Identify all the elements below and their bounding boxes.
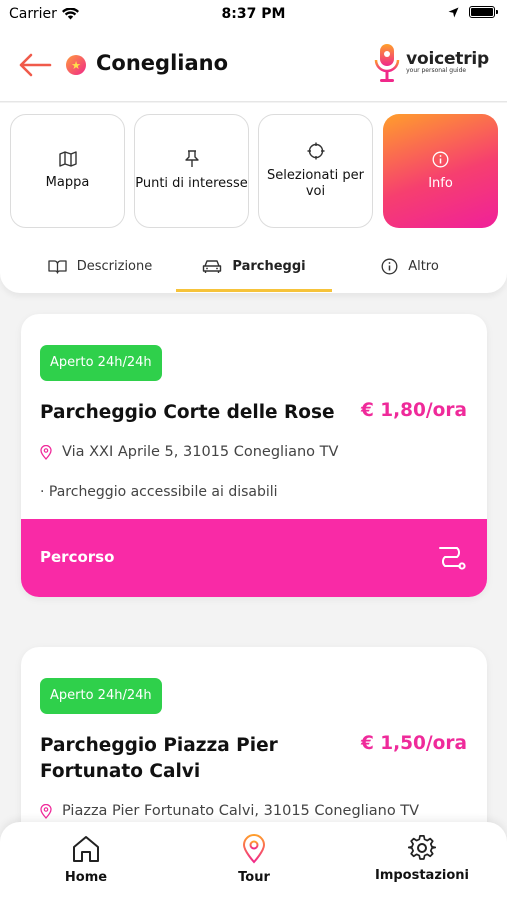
tab-descrizione[interactable]: Descrizione [30,239,170,293]
voicetrip-logo: voicetrip your personal guide [374,42,489,84]
tab-bar: Descrizione Parcheggi Altro [0,239,507,293]
route-icon [439,547,466,570]
microphone-icon [374,44,400,82]
segment-label: Mappa [45,175,90,190]
nav-label: Impostazioni [374,868,469,883]
location-pin-icon [40,803,52,819]
section-cards: Mappa Punti di interesse Selezionati per… [0,103,507,239]
route-label: Percorso [40,548,115,566]
segment-info[interactable]: Info [383,114,498,228]
segment-label: Punti di interesse [135,176,248,191]
info-icon [381,258,398,274]
tab-label: Descrizione [76,258,153,274]
nav-home[interactable]: Home [40,834,132,885]
home-icon [73,836,99,862]
crosshair-icon [307,142,324,160]
city-star-icon: ★ [66,55,86,75]
nav-label: Home [64,870,108,885]
status-bar: Carrier 8:37 PM [0,0,507,30]
nav-impostazioni[interactable]: Impostazioni [368,834,476,883]
map-icon [58,151,77,167]
segment-label: Info [428,175,453,191]
segment-punti-di-interesse[interactable]: Punti di interesse [134,114,249,228]
parking-features: · Parcheggio accessibile ai disabili [40,484,278,500]
parking-card: Aperto 24h/24h Parcheggio Corte delle Ro… [21,314,487,597]
tab-altro[interactable]: Altro [348,239,472,293]
parking-name: Parcheggio Piazza Pier Fortunato Calvi [40,733,278,785]
parking-address: Via XXI Aprile 5, 31015 Conegliano TV [40,444,338,460]
status-badge: Aperto 24h/24h [40,345,162,381]
battery-icon [469,6,498,18]
parking-name: Parcheggio Corte delle Rose [40,402,335,423]
status-right [448,6,498,18]
info-icon [432,151,449,167]
segment-selezionati-per-voi[interactable]: Selezionati per voi [258,114,373,228]
location-pin-icon [242,834,266,864]
status-badge: Aperto 24h/24h [40,678,162,714]
tab-parcheggi[interactable]: Parcheggi [176,239,332,293]
status-time: 8:37 PM [221,6,286,22]
parking-card: Aperto 24h/24h Parcheggio Piazza Pier Fo… [21,647,487,847]
location-arrow-icon [448,7,459,17]
nav-tour[interactable]: Tour [208,834,300,885]
route-button[interactable]: Percorso [21,519,487,597]
book-icon [48,259,67,274]
parking-name-line: Parcheggio Piazza Pier [40,735,278,756]
address-text: Piazza Pier Fortunato Calvi, 31015 Coneg… [62,803,420,819]
address-text: Via XXI Aprile 5, 31015 Conegliano TV [62,444,339,460]
nav-label: Tour [238,870,270,885]
location-pin-icon [40,444,52,460]
back-arrow-icon [19,53,52,77]
tab-label: Altro [408,258,439,274]
parking-address: Piazza Pier Fortunato Calvi, 31015 Coneg… [40,803,419,819]
header: ★ Conegliano voicetrip your personal gui… [0,30,507,102]
parking-price: € 1,80/ora [360,400,467,421]
parking-price: € 1,50/ora [360,733,467,754]
segment-mappa[interactable]: Mappa [10,114,125,228]
parking-name-line: Fortunato Calvi [40,761,201,782]
active-tab-indicator [176,289,332,292]
gear-icon [408,835,436,860]
back-button[interactable] [18,50,54,80]
tab-label: Parcheggi [232,258,306,274]
segment-label: Selezionati per voi [267,168,364,199]
page-title: Conegliano [96,51,229,75]
pin-icon [184,150,199,167]
logo-name: voicetrip [406,49,489,69]
car-icon [203,259,222,273]
bottom-nav: Home Tour Impostazioni [0,822,507,900]
